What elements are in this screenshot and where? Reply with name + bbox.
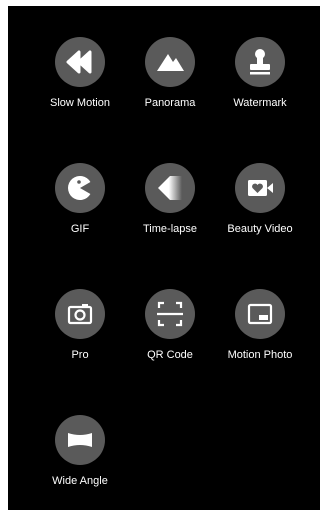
mode-label: GIF bbox=[70, 223, 90, 235]
mode-wide-angle[interactable]: Wide Angle bbox=[32, 415, 128, 505]
camera-modes-screen: Slow Motion Panorama Watermark GIF Time-… bbox=[8, 6, 320, 510]
rewind-icon bbox=[55, 37, 105, 87]
mode-beauty-video[interactable]: Beauty Video bbox=[212, 163, 308, 253]
mode-panorama[interactable]: Panorama bbox=[122, 37, 218, 127]
mode-label: Pro bbox=[71, 349, 89, 361]
motion-photo-icon bbox=[235, 289, 285, 339]
mode-label: Panorama bbox=[144, 97, 196, 109]
mode-time-lapse[interactable]: Time-lapse bbox=[122, 163, 218, 253]
mode-label: Slow Motion bbox=[50, 97, 110, 109]
mode-label: Wide Angle bbox=[52, 475, 108, 487]
stamp-icon bbox=[235, 37, 285, 87]
mode-watermark[interactable]: Watermark bbox=[212, 37, 308, 127]
mode-gif[interactable]: GIF bbox=[32, 163, 128, 253]
mode-slow-motion[interactable]: Slow Motion bbox=[32, 37, 128, 127]
mode-pro[interactable]: Pro bbox=[32, 289, 128, 379]
timelapse-icon bbox=[145, 163, 195, 213]
pacman-icon bbox=[55, 163, 105, 213]
camera-icon bbox=[55, 289, 105, 339]
beauty-video-icon bbox=[235, 163, 285, 213]
mode-label: Time-lapse bbox=[143, 223, 197, 235]
mode-label: Beauty Video bbox=[227, 223, 293, 235]
mode-label: Motion Photo bbox=[227, 349, 293, 361]
mode-label: Watermark bbox=[233, 97, 287, 109]
mode-motion-photo[interactable]: Motion Photo bbox=[212, 289, 308, 379]
mode-qr-code[interactable]: QR Code bbox=[122, 289, 218, 379]
wide-angle-icon bbox=[55, 415, 105, 465]
mode-label: QR Code bbox=[147, 349, 193, 361]
mountains-icon bbox=[145, 37, 195, 87]
screenshot-frame: Slow Motion Panorama Watermark GIF Time-… bbox=[0, 0, 328, 510]
qr-scan-icon bbox=[145, 289, 195, 339]
